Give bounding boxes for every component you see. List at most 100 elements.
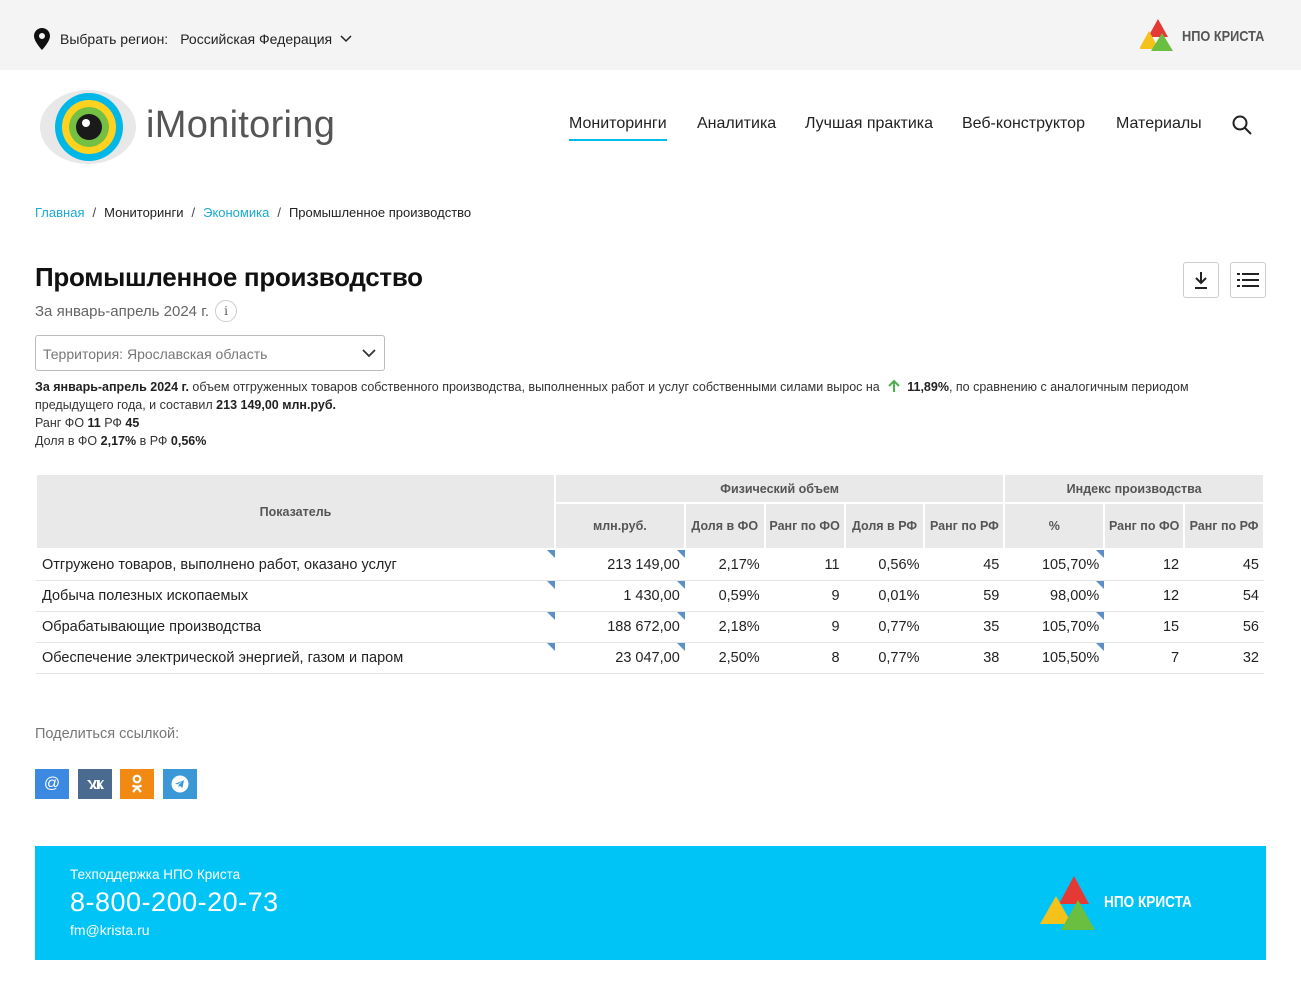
footer-npo-text: НПО КРИСТА [1104,894,1192,911]
cell-value: 2,17% [718,556,760,573]
header-index-rank-rf: Ранг по РФ [1183,502,1265,550]
table-cell: 98,00% [1004,580,1105,612]
table-cell: 213 149,00 [554,549,685,581]
cell-value: 54 [1242,587,1259,604]
chevron-down-icon[interactable] [340,35,352,43]
table-cell: 0,59% [684,580,765,612]
info-icon[interactable]: i [215,300,238,322]
chevron-down-icon [362,349,376,358]
search-icon[interactable] [1232,115,1252,135]
table-row: Добыча полезных ископаемых 1 430,00 0,59% 9… [36,580,1264,612]
table-row: Обрабатывающие производства 188 672,00 2,1… [36,611,1264,643]
npo-krista-logo[interactable]: НПО КРИСТА [1140,19,1279,53]
cell-comment-marker[interactable] [1096,642,1105,651]
table-cell: 15 [1104,611,1185,643]
share-fo-label: Доля в ФО [35,434,98,448]
cell-comment-marker[interactable] [676,611,685,620]
region-value[interactable]: Российская Федерация [180,31,332,47]
cell-comment-marker[interactable] [1096,580,1105,589]
cell-comment-marker[interactable] [676,550,685,558]
cell-comment-marker[interactable] [676,580,685,589]
table-cell: 59 [924,580,1005,612]
header-rank-fo: Ранг по ФО [763,502,846,550]
cell-comment-marker[interactable] [546,550,555,558]
region-selector[interactable]: Выбрать регион: Российская Федерация [34,28,352,50]
cell-value: 213 149,00 [607,556,680,573]
table-cell: 0,77% [844,611,925,643]
breadcrumb: Главная / Мониторинги / Экономика / Пром… [35,205,471,220]
cell-value: 59 [983,587,1000,604]
nav-materials[interactable]: Материалы [1116,115,1202,133]
row-indicator-label: Добыча полезных ископаемых [42,587,249,604]
summary-rank-line: Ранг ФО 11 РФ 45 [35,414,1265,432]
rank-fo: 11 [87,416,101,430]
table-cell: 9 [764,580,845,612]
page-title: Промышленное производство [35,262,423,292]
imonitoring-eye-logo[interactable] [40,90,136,164]
header-indicator: Показатель [35,473,556,550]
footer-phone[interactable]: 8-800-200-20-73 [70,887,279,918]
cell-value: 38 [983,649,1000,666]
cell-comment-marker[interactable] [546,611,555,620]
cell-value: 12 [1162,556,1180,573]
header-mln-rub: млн.руб. [553,502,686,550]
cell-value: 35 [983,618,1000,635]
brand-name[interactable]: iMonitoring [146,104,335,147]
cell-comment-marker[interactable] [546,642,555,651]
breadcrumb-separator: / [191,205,196,220]
mail-icon: @ [43,775,61,792]
cell-value: 23 047,00 [615,649,680,666]
table-cell: 38 [924,642,1005,674]
header-index-rank-fo: Ранг по ФО [1103,502,1186,550]
cell-value: 0,56% [878,556,920,573]
nav-monitorings[interactable]: Мониторинги [569,115,667,141]
cell-value: 105,70% [1041,618,1100,635]
summary-period: За январь-апрель 2024 г. [35,380,189,394]
region-label: Выбрать регион: [60,31,169,47]
cell-comment-marker[interactable] [676,642,685,651]
nav-web-constructor[interactable]: Веб-конструктор [962,115,1085,133]
table-row: Обеспечение электрической энергией, газо… [36,642,1264,674]
cell-value: 45 [983,556,1000,573]
nav-analytics[interactable]: Аналитика [697,115,776,133]
download-button[interactable] [1183,262,1219,298]
cell-value: 2,18% [718,618,760,635]
table-cell: 1 430,00 [554,580,685,612]
summary-text: За январь-апрель 2024 г. объем отгруженн… [35,378,1265,450]
table-cell: 0,56% [844,549,925,581]
cell-value: 2,50% [718,649,760,666]
cell-value: 105,70% [1041,556,1100,573]
share-fo: 2,17% [100,434,137,448]
header-share-fo: Доля в ФО [683,502,766,550]
top-bar: Выбрать регион: Российская Федерация НПО… [0,0,1301,70]
share-ok-button[interactable] [120,769,154,799]
rank-rf-label: РФ [104,416,122,430]
cell-value: 105,50% [1041,649,1100,666]
list-view-button[interactable] [1230,262,1266,298]
cell-value: 8 [831,649,840,666]
breadcrumb-current: Промышленное производство [288,205,472,220]
table-cell: 105,50% [1004,642,1105,674]
row-indicator-name: Добыча полезных ископаемых [36,580,555,612]
cell-comment-marker[interactable] [1096,550,1105,558]
territory-select[interactable]: Территория: Ярославская область [35,335,385,371]
table-cell: 56 [1184,611,1264,643]
share-telegram-button[interactable] [163,769,197,799]
breadcrumb-home[interactable]: Главная [35,205,84,220]
table-cell: 105,70% [1004,611,1105,643]
breadcrumb-economy[interactable]: Экономика [203,205,269,220]
cell-value: 0,01% [878,587,920,604]
share-mail-button[interactable]: @ [35,769,69,799]
table-cell: 2,18% [684,611,765,643]
header-rank-rf: Ранг по РФ [923,502,1006,550]
share-vk-button[interactable] [78,769,112,799]
footer: Техподдержка НПО Криста 8-800-200-20-73 … [35,846,1266,960]
summary-growth: 11,89% [907,380,949,394]
cell-comment-marker[interactable] [546,580,555,589]
footer-npo-logo[interactable]: НПО КРИСТА [1038,876,1207,930]
cell-comment-marker[interactable] [1096,611,1105,620]
table-cell: 12 [1104,549,1185,581]
footer-email[interactable]: fm@krista.ru [70,922,150,938]
table-cell: 12 [1104,580,1185,612]
nav-best-practice[interactable]: Лучшая практика [805,115,933,133]
